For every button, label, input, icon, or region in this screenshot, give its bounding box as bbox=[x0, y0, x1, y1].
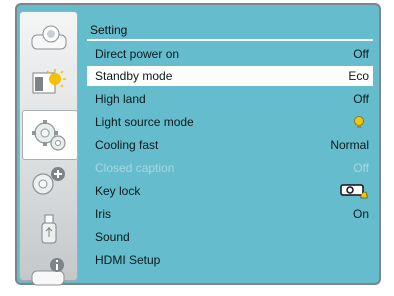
usb-memory-icon bbox=[41, 214, 56, 244]
menu-item-high-land[interactable]: High land Off bbox=[87, 89, 373, 109]
menu-item-label: Iris bbox=[95, 207, 111, 221]
menu-item-hdmi-setup[interactable]: HDMI Setup bbox=[87, 250, 373, 270]
tab-setting[interactable] bbox=[22, 110, 78, 160]
tab-expanded[interactable] bbox=[20, 158, 77, 206]
menu-item-direct-power-on[interactable]: Direct power on Off bbox=[87, 44, 373, 64]
tab-usb[interactable] bbox=[20, 206, 77, 254]
tab-information[interactable] bbox=[20, 248, 77, 296]
menu-item-value: Off bbox=[353, 47, 369, 61]
settings-menu-window: Setting Direct power on Off Standby mode… bbox=[15, 3, 381, 286]
menu-sidebar bbox=[19, 11, 78, 286]
menu-item-label: Closed caption bbox=[95, 161, 175, 175]
menu-item-closed-caption: Closed caption Off bbox=[87, 158, 373, 178]
setting-gear-icon bbox=[32, 120, 66, 151]
menu-item-label: Sound bbox=[95, 230, 130, 244]
menu-item-value: On bbox=[352, 207, 369, 221]
display-icon bbox=[31, 25, 66, 50]
menu-item-standby-mode[interactable]: Standby mode Eco bbox=[87, 66, 373, 86]
menu-item-light-source-mode[interactable]: Light source mode bbox=[87, 112, 373, 132]
menu-item-label: High land bbox=[95, 92, 146, 106]
title-divider bbox=[87, 39, 373, 41]
expanded-gear-icon bbox=[31, 167, 65, 195]
information-icon bbox=[31, 258, 64, 286]
lamp-icon bbox=[354, 116, 364, 128]
menu-item-value: Off bbox=[353, 161, 369, 175]
tab-picture[interactable] bbox=[20, 58, 77, 106]
picture-adjust-icon bbox=[32, 69, 66, 94]
tab-display[interactable] bbox=[20, 14, 77, 62]
setting-panel: Setting Direct power on Off Standby mode… bbox=[81, 5, 379, 283]
menu-item-label: Cooling fast bbox=[95, 138, 159, 152]
menu-item-value: Normal bbox=[330, 138, 369, 152]
menu-title: Setting bbox=[90, 23, 128, 37]
menu-item-iris[interactable]: Iris On bbox=[87, 204, 373, 224]
projector-lock-icon bbox=[340, 184, 368, 199]
menu-item-label: Light source mode bbox=[95, 115, 194, 129]
menu-item-label: Standby mode bbox=[95, 69, 173, 83]
menu-item-label: Direct power on bbox=[95, 47, 180, 61]
menu-item-key-lock[interactable]: Key lock bbox=[87, 181, 373, 201]
menu-item-sound[interactable]: Sound bbox=[87, 227, 373, 247]
menu-item-cooling-fast[interactable]: Cooling fast Normal bbox=[87, 135, 373, 155]
menu-item-value: Off bbox=[353, 92, 369, 106]
menu-item-label: HDMI Setup bbox=[95, 253, 161, 267]
menu-item-label: Key lock bbox=[95, 184, 141, 198]
menu-item-value: Eco bbox=[348, 69, 369, 83]
